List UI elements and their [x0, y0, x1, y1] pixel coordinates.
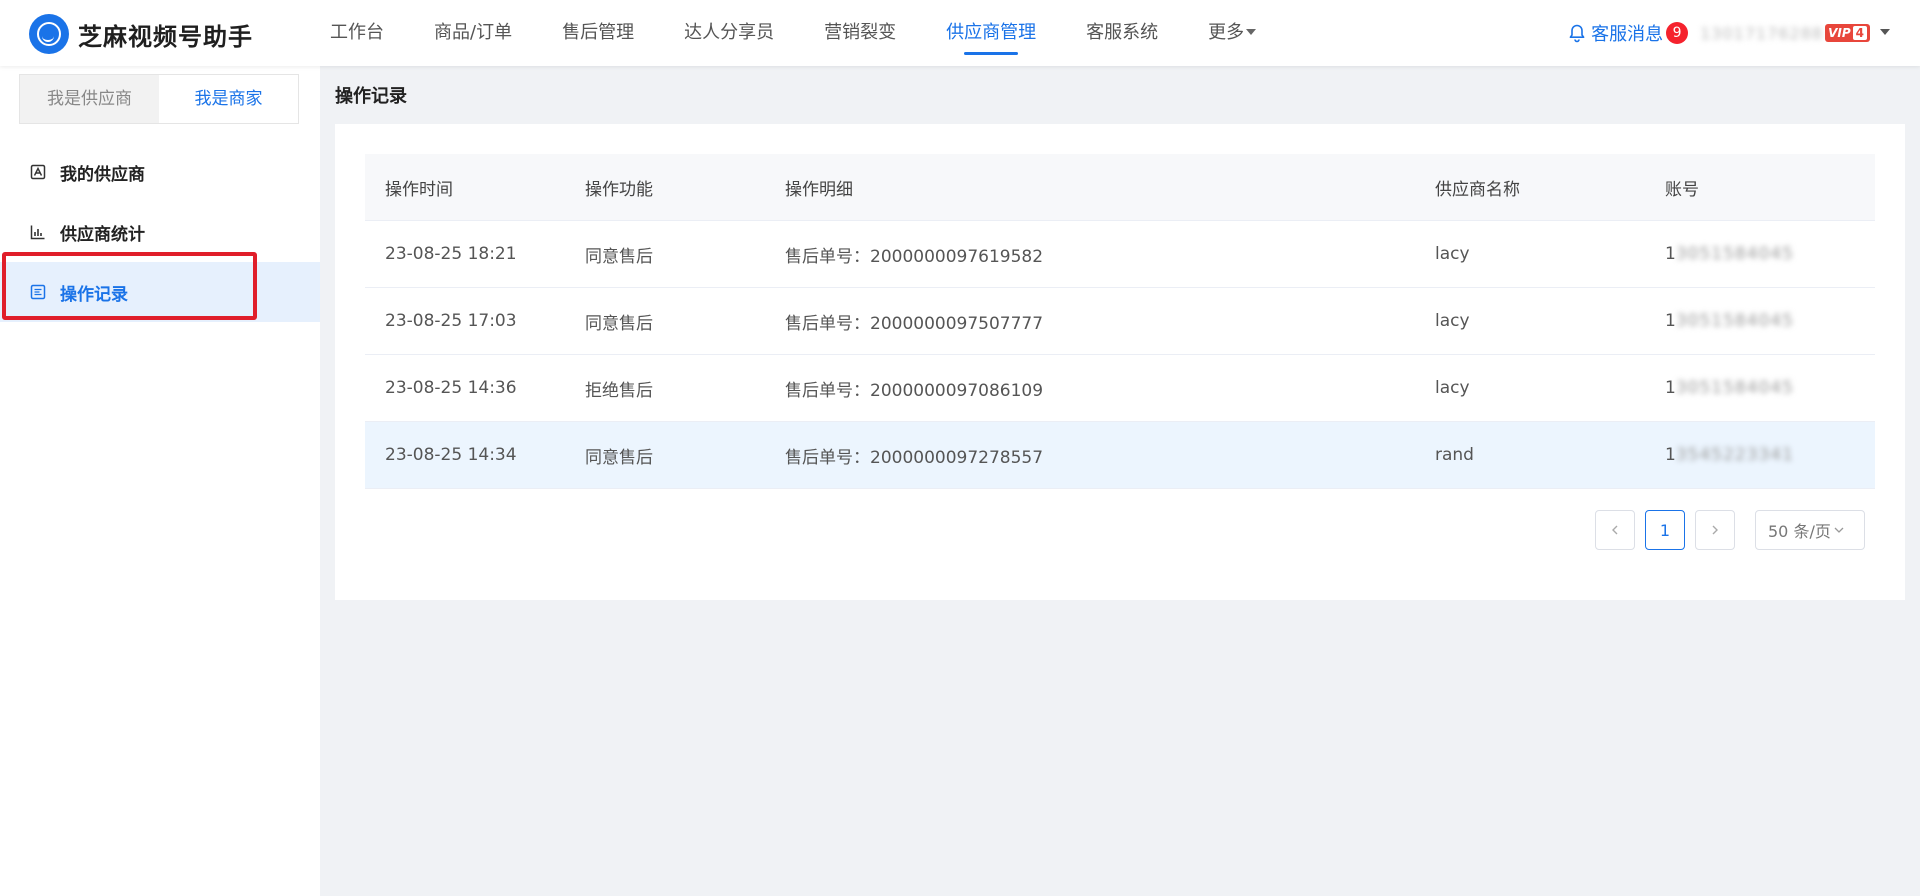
cell-function: 拒绝售后 — [585, 380, 653, 401]
cell-function: 同意售后 — [585, 447, 653, 468]
cell-function: 同意售后 — [585, 246, 653, 267]
chart-icon — [30, 225, 45, 240]
cell-time: 23-08-25 17:03 — [385, 311, 517, 331]
sidebar-item-my-suppliers[interactable]: 我的供应商 — [0, 142, 320, 202]
nav-marketing[interactable]: 营销裂变 — [824, 0, 896, 66]
cell-supplier: lacy — [1435, 378, 1470, 398]
vip-badge: VIP 4 — [1825, 24, 1870, 42]
records-card: 操作时间 操作功能 操作明细 供应商名称 账号 23-08-25 18:21 同… — [335, 124, 1905, 600]
cell-account: 13545223341 — [1665, 445, 1794, 465]
chevron-right-icon — [1712, 525, 1718, 535]
cell-detail: 售后单号：2000000097507777 — [785, 313, 1044, 334]
sidebar-menu: 我的供应商 供应商统计 操作记录 — [0, 142, 320, 322]
cell-detail: 售后单号：2000000097086109 — [785, 380, 1044, 401]
cell-account: 13051584045 — [1665, 311, 1794, 331]
role-switch: 我是供应商 我是商家 — [19, 74, 299, 124]
next-page-button[interactable] — [1695, 510, 1735, 550]
page-1-button[interactable]: 1 — [1645, 510, 1685, 550]
column-header-detail: 操作明细 — [785, 179, 853, 200]
cell-supplier: lacy — [1435, 244, 1470, 264]
role-supplier-tab[interactable]: 我是供应商 — [20, 75, 159, 123]
page-title: 操作记录 — [335, 86, 407, 107]
records-table: 操作时间 操作功能 操作明细 供应商名称 账号 23-08-25 18:21 同… — [365, 154, 1875, 489]
app-logo[interactable]: 芝麻视频号助手 — [29, 14, 253, 54]
column-header-account: 账号 — [1665, 179, 1699, 200]
caret-down-icon — [1246, 28, 1257, 35]
nav-products-orders[interactable]: 商品/订单 — [434, 0, 512, 66]
cell-time: 23-08-25 14:36 — [385, 378, 517, 398]
main-nav: 工作台 商品/订单 售后管理 达人分享员 营销裂变 供应商管理 客服系统 更多 — [330, 0, 1306, 66]
sidebar: 我是供应商 我是商家 我的供应商 供应商统计 操作记录 — [0, 66, 320, 896]
chevron-left-icon — [1612, 525, 1618, 535]
table-header-row: 操作时间 操作功能 操作明细 供应商名称 账号 — [365, 154, 1875, 221]
logo-icon — [29, 14, 69, 54]
account-dropdown-icon[interactable] — [1880, 28, 1890, 35]
header-right: 客服消息 9 13017176288 VIP 4 — [1567, 0, 1890, 66]
page-size-select[interactable]: 50 条/页 — [1755, 510, 1865, 550]
nav-influencer-sharers[interactable]: 达人分享员 — [684, 0, 774, 66]
sidebar-item-label: 供应商统计 — [60, 224, 145, 245]
customer-messages-link[interactable]: 客服消息 — [1591, 20, 1663, 46]
top-header: 芝麻视频号助手 工作台 商品/订单 售后管理 达人分享员 营销裂变 供应商管理 … — [0, 0, 1920, 66]
nav-supplier-management[interactable]: 供应商管理 — [946, 0, 1036, 66]
cell-detail: 售后单号：2000000097619582 — [785, 246, 1044, 267]
prev-page-button[interactable] — [1595, 510, 1635, 550]
table-row[interactable]: 23-08-25 14:36 拒绝售后 售后单号：200000009708610… — [365, 355, 1875, 422]
nav-customer-service[interactable]: 客服系统 — [1086, 0, 1158, 66]
cell-supplier: lacy — [1435, 311, 1470, 331]
column-header-time: 操作时间 — [385, 179, 453, 200]
cell-function: 同意售后 — [585, 313, 653, 334]
cell-detail: 售后单号：2000000097278557 — [785, 447, 1044, 468]
nav-more[interactable]: 更多 — [1208, 0, 1257, 66]
sidebar-item-supplier-stats[interactable]: 供应商统计 — [0, 202, 320, 262]
sidebar-item-label: 我的供应商 — [60, 164, 145, 185]
message-count-badge: 9 — [1666, 22, 1689, 44]
cell-account: 13051584045 — [1665, 244, 1794, 264]
supplier-icon — [30, 164, 46, 180]
role-merchant-tab[interactable]: 我是商家 — [159, 75, 298, 123]
app-name: 芝麻视频号助手 — [78, 22, 253, 51]
cell-time: 23-08-25 14:34 — [385, 445, 517, 465]
chevron-down-icon — [1834, 527, 1844, 533]
table-row[interactable]: 23-08-25 14:34 同意售后 售后单号：200000009727855… — [365, 422, 1875, 489]
sidebar-item-label: 操作记录 — [60, 284, 128, 305]
column-header-function: 操作功能 — [585, 179, 653, 200]
cell-supplier: rand — [1435, 445, 1474, 465]
bell-icon[interactable] — [1567, 23, 1587, 43]
column-header-supplier: 供应商名称 — [1435, 179, 1520, 200]
cell-account: 13051584045 — [1665, 378, 1794, 398]
nav-after-sales[interactable]: 售后管理 — [562, 0, 634, 66]
table-row[interactable]: 23-08-25 17:03 同意售后 售后单号：200000009750777… — [365, 288, 1875, 355]
table-row[interactable]: 23-08-25 18:21 同意售后 售后单号：200000009761958… — [365, 221, 1875, 288]
sidebar-item-operation-records[interactable]: 操作记录 — [0, 262, 320, 322]
account-number[interactable]: 13017176288 — [1700, 24, 1823, 43]
record-icon — [30, 284, 46, 300]
nav-workbench[interactable]: 工作台 — [330, 0, 384, 66]
cell-time: 23-08-25 18:21 — [385, 244, 517, 264]
